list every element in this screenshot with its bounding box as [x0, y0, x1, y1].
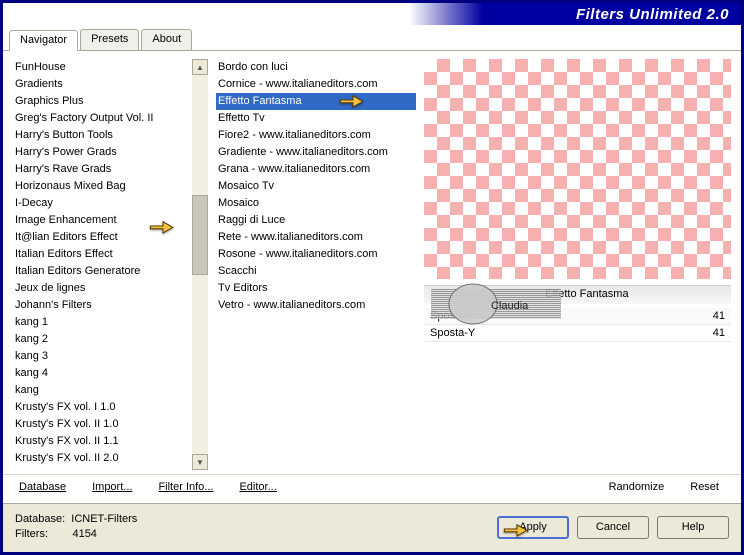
bottom-buttons: Apply Cancel Help: [497, 516, 729, 539]
list-item[interactable]: Image Enhancement: [13, 212, 190, 229]
list-item[interactable]: Raggi di Luce: [216, 212, 416, 229]
scroll-thumb[interactable]: [192, 195, 208, 275]
list-item[interactable]: Horizonaus Mixed Bag: [13, 178, 190, 195]
param-row[interactable]: Sposta-X 41: [424, 308, 731, 325]
list-item[interactable]: Harry's Rave Grads: [13, 161, 190, 178]
category-scrollbar[interactable]: ▲ ▼: [192, 59, 208, 470]
tabs-row: NavigatorPresetsAbout: [3, 25, 741, 51]
category-column: FunHouseGradientsGraphics PlusGreg's Fac…: [13, 59, 208, 470]
list-item[interactable]: kang 2: [13, 331, 190, 348]
status-db-label: Database:: [15, 513, 65, 525]
list-item[interactable]: Johann's Filters: [13, 297, 190, 314]
filter-name-header: Effetto Fantasma: [424, 285, 731, 304]
import-button[interactable]: Import...: [88, 479, 136, 495]
list-item[interactable]: Greg's Factory Output Vol. II: [13, 110, 190, 127]
filter-column: Bordo con luciCornice - www.italianedito…: [216, 59, 416, 470]
filter-list[interactable]: Bordo con luciCornice - www.italianedito…: [216, 59, 416, 470]
apply-button[interactable]: Apply: [497, 516, 569, 539]
list-item[interactable]: Vetro - www.italianeditors.com: [216, 297, 416, 314]
list-item[interactable]: Rete - www.italianeditors.com: [216, 229, 416, 246]
list-item[interactable]: Gradients: [13, 76, 190, 93]
randomize-button[interactable]: Randomize: [605, 479, 669, 495]
tab-presets[interactable]: Presets: [80, 29, 139, 50]
reset-button[interactable]: Reset: [686, 479, 723, 495]
app-title: Filters Unlimited 2.0: [576, 6, 729, 23]
filter-name-text: Effetto Fantasma: [430, 288, 629, 300]
tab-about[interactable]: About: [141, 29, 192, 50]
main-area: FunHouseGradientsGraphics PlusGreg's Fac…: [3, 51, 741, 474]
list-item[interactable]: Jeux de lignes: [13, 280, 190, 297]
list-item[interactable]: kang 1: [13, 314, 190, 331]
title-bar: Filters Unlimited 2.0: [3, 3, 741, 25]
list-item[interactable]: Gradiente - www.italianeditors.com: [216, 144, 416, 161]
list-item[interactable]: Harry's Power Grads: [13, 144, 190, 161]
param-label: Sposta-X: [430, 310, 475, 322]
list-item[interactable]: I-Decay: [13, 195, 190, 212]
param-value: 41: [713, 327, 725, 339]
preview-column: Effetto Fantasma Sposta-X 41 Sposta-Y 41: [424, 59, 731, 470]
list-item[interactable]: Rosone - www.italianeditors.com: [216, 246, 416, 263]
list-item[interactable]: It@lian Editors Effect: [13, 229, 190, 246]
list-item[interactable]: L en K landksiteofwonders: [13, 467, 190, 470]
category-list[interactable]: FunHouseGradientsGraphics PlusGreg's Fac…: [13, 59, 208, 470]
filter-info-button[interactable]: Filter Info...: [154, 479, 217, 495]
list-item[interactable]: kang 4: [13, 365, 190, 382]
bottom-bar: Database: ICNET-Filters Filters: 4154 Ap…: [3, 503, 741, 552]
list-item[interactable]: Italian Editors Generatore: [13, 263, 190, 280]
list-item[interactable]: Grana - www.italianeditors.com: [216, 161, 416, 178]
status-filters-label: Filters:: [15, 528, 48, 540]
list-item[interactable]: Krusty's FX vol. II 1.0: [13, 416, 190, 433]
list-item[interactable]: Krusty's FX vol. I 1.0: [13, 399, 190, 416]
list-item[interactable]: Mosaico: [216, 195, 416, 212]
scroll-down-button[interactable]: ▼: [192, 454, 208, 470]
list-item[interactable]: Harry's Button Tools: [13, 127, 190, 144]
action-link-row: Database Import... Filter Info... Editor…: [3, 474, 741, 503]
list-item[interactable]: Graphics Plus: [13, 93, 190, 110]
list-item[interactable]: Scacchi: [216, 263, 416, 280]
preview-image: [424, 59, 731, 279]
scroll-track[interactable]: [192, 75, 208, 454]
list-item[interactable]: Mosaico Tv: [216, 178, 416, 195]
database-button[interactable]: Database: [15, 479, 70, 495]
list-item[interactable]: Fiore2 - www.italianeditors.com: [216, 127, 416, 144]
list-item[interactable]: Effetto Tv: [216, 110, 416, 127]
list-item[interactable]: Krusty's FX vol. II 1.1: [13, 433, 190, 450]
status-filters-value: 4154: [72, 528, 96, 540]
status-db-value: ICNET-Filters: [71, 513, 137, 525]
list-item[interactable]: kang 3: [13, 348, 190, 365]
list-item[interactable]: Italian Editors Effect: [13, 246, 190, 263]
cancel-button[interactable]: Cancel: [577, 516, 649, 539]
editor-button[interactable]: Editor...: [235, 479, 280, 495]
list-item[interactable]: Cornice - www.italianeditors.com: [216, 76, 416, 93]
scroll-up-button[interactable]: ▲: [192, 59, 208, 75]
param-label: Sposta-Y: [430, 327, 475, 339]
list-item[interactable]: Krusty's FX vol. II 2.0: [13, 450, 190, 467]
help-button[interactable]: Help: [657, 516, 729, 539]
list-item[interactable]: Bordo con luci: [216, 59, 416, 76]
list-item[interactable]: Effetto Fantasma: [216, 93, 416, 110]
param-row[interactable]: Sposta-Y 41: [424, 325, 731, 342]
list-item[interactable]: Tv Editors: [216, 280, 416, 297]
list-item[interactable]: kang: [13, 382, 190, 399]
param-value: 41: [713, 310, 725, 322]
status-block: Database: ICNET-Filters Filters: 4154: [15, 512, 137, 542]
tab-navigator[interactable]: Navigator: [9, 30, 78, 51]
params-box: Sposta-X 41 Sposta-Y 41: [424, 308, 731, 342]
list-item[interactable]: FunHouse: [13, 59, 190, 76]
